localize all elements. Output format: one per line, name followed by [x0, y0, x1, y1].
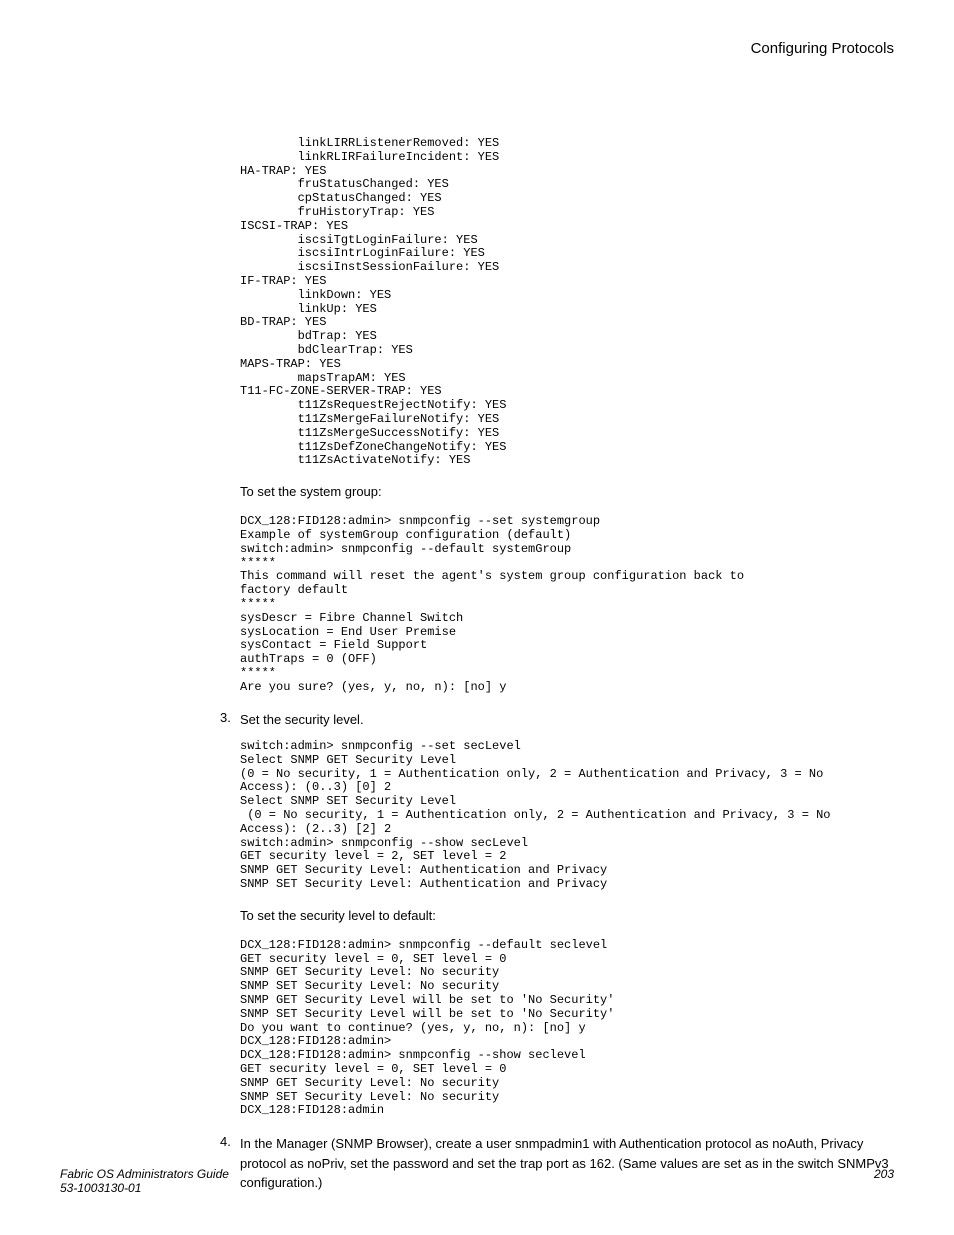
- code-output-systemgroup: DCX_128:FID128:admin> snmpconfig --set s…: [240, 515, 894, 694]
- label-set-system-group: To set the system group:: [240, 484, 894, 499]
- page-header-title: Configuring Protocols: [60, 40, 894, 57]
- footer-doc-title: Fabric OS Administrators Guide: [60, 1167, 229, 1181]
- code-output-seclevel: switch:admin> snmpconfig --set secLevel …: [240, 740, 894, 892]
- code-output-seclevel-default: DCX_128:FID128:admin> snmpconfig --defau…: [240, 939, 894, 1118]
- footer-doc-id: 53-1003130-01: [60, 1181, 229, 1195]
- step-3: 3. Set the security level.: [220, 710, 894, 730]
- step-3-text: Set the security level.: [240, 710, 364, 730]
- footer-left: Fabric OS Administrators Guide 53-100313…: [60, 1167, 229, 1195]
- label-set-seclevel-default: To set the security level to default:: [240, 908, 894, 923]
- page-footer: Fabric OS Administrators Guide 53-100313…: [60, 1167, 894, 1195]
- step-3-number: 3.: [220, 710, 240, 730]
- code-output-traps: linkLIRRListenerRemoved: YES linkRLIRFai…: [240, 137, 894, 468]
- footer-page-number: 203: [874, 1167, 894, 1195]
